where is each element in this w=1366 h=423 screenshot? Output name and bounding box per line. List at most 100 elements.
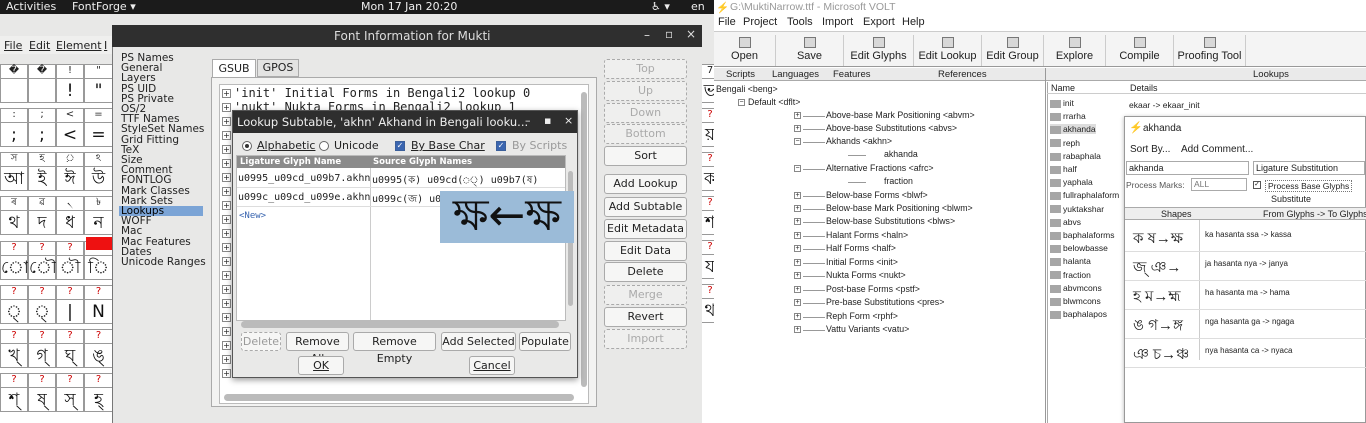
toolbar-button[interactable]: Edit Group: [982, 35, 1044, 66]
process-marks-field[interactable]: ALL: [1191, 178, 1247, 191]
expand-icon[interactable]: +: [794, 205, 801, 212]
expand-icon[interactable]: +: [222, 229, 231, 238]
volt-menu-project[interactable]: Project: [743, 16, 777, 28]
expand-icon[interactable]: −: [794, 165, 801, 172]
menu-file[interactable]: File: [4, 39, 22, 52]
glyph-cell[interactable]: ন: [84, 210, 113, 235]
glyph-cell[interactable]: শ্: [0, 387, 28, 412]
side-button[interactable]: Import: [604, 329, 687, 349]
new-row[interactable]: <New>: [239, 211, 266, 221]
glyph-cell[interactable]: ৗ: [56, 255, 84, 280]
side-button[interactable]: Revert: [604, 307, 687, 327]
remove-empty-button[interactable]: Remove Empty: [353, 332, 436, 365]
activities-button[interactable]: Activities: [6, 0, 56, 13]
expand-icon[interactable]: +: [794, 286, 801, 293]
tree-item[interactable]: Alternative Fractions <afrc>: [826, 163, 934, 173]
substitution-shape[interactable]: হ ম→হ্ম: [1133, 285, 1181, 310]
glyph-cell[interactable]: ;: [28, 122, 56, 147]
side-button[interactable]: Up: [604, 81, 687, 101]
expand-icon[interactable]: +: [222, 215, 231, 224]
lookup-row[interactable]: rrarha: [1050, 111, 1086, 121]
glyph-cell[interactable]: N: [84, 299, 113, 324]
side-button[interactable]: Top: [604, 59, 687, 79]
selected-glyph-marker[interactable]: [86, 237, 112, 250]
tree-item[interactable]: Nukta Forms <nukt>: [826, 270, 906, 280]
side-button[interactable]: Edit Data: [604, 241, 687, 261]
expand-icon[interactable]: +: [222, 89, 231, 98]
expand-icon[interactable]: +: [222, 327, 231, 336]
populate-button[interactable]: Populate: [519, 332, 571, 351]
expand-icon[interactable]: +: [222, 299, 231, 308]
glyph-cell[interactable]: ধ: [56, 210, 84, 235]
side-button[interactable]: Edit Metadata: [604, 219, 687, 239]
alphabetic-label[interactable]: Alphabetic: [257, 139, 315, 152]
glyph-cell[interactable]: আ: [0, 166, 28, 191]
tree-root[interactable]: Bengali <beng>: [716, 84, 778, 94]
alphabetic-radio[interactable]: [242, 141, 252, 151]
expand-icon[interactable]: +: [794, 112, 801, 119]
lookup-row[interactable]: yaphala: [1050, 177, 1093, 187]
add-selected-button[interactable]: Add Selected: [441, 332, 516, 351]
add-comment-menu[interactable]: Add Comment...: [1181, 144, 1253, 155]
volt-menu-import[interactable]: Import: [822, 16, 853, 28]
glyph-cell[interactable]: ৌ: [28, 255, 57, 280]
glyph-cell[interactable]: থ: [0, 210, 28, 235]
substitution-shape[interactable]: জ্ ঞ→: [1133, 256, 1181, 281]
lookup-item[interactable]: 'init' Initial Forms in Bengali2 lookup …: [234, 86, 530, 100]
expand-icon[interactable]: +: [222, 285, 231, 294]
glyph-cell[interactable]: ষ্: [28, 387, 56, 412]
unicode-radio[interactable]: [319, 141, 329, 151]
substitution-description[interactable]: ha hasanta ma -> hama: [1205, 288, 1290, 297]
substitution-shape[interactable]: ক ষ→ক্ষ: [1133, 227, 1183, 252]
tree-item[interactable]: akhanda: [884, 149, 918, 159]
by-base-char-checkbox[interactable]: ✓: [395, 141, 405, 151]
expand-icon[interactable]: +: [794, 192, 801, 199]
minimize-icon[interactable]: –: [644, 28, 650, 42]
lookup-row[interactable]: belowbasse: [1050, 243, 1108, 253]
glyph-cell[interactable]: গ্: [28, 343, 56, 368]
horizontal-scrollbar[interactable]: [224, 394, 574, 401]
glyph-cell[interactable]: [28, 78, 56, 103]
close-icon[interactable]: ×: [564, 114, 573, 127]
lookup-row[interactable]: fraction: [1050, 270, 1091, 280]
lookup-row[interactable]: yuktakshar: [1050, 204, 1104, 214]
tree-item[interactable]: Below-base Forms <blwf>: [826, 190, 928, 200]
lookup-row[interactable]: blwmcons: [1050, 296, 1101, 306]
side-button[interactable]: Merge: [604, 285, 687, 305]
tab-features[interactable]: Features: [833, 69, 871, 80]
volt-menu-help[interactable]: Help: [902, 16, 925, 28]
expand-icon[interactable]: +: [222, 243, 231, 252]
glyph-cell[interactable]: ঈ: [56, 166, 84, 191]
minimize-icon[interactable]: –: [525, 114, 531, 127]
substitution-description[interactable]: nya hasanta ca -> nyaca: [1205, 346, 1292, 355]
glyph-cell[interactable]: !: [56, 78, 84, 103]
tree-item[interactable]: Initial Forms <init>: [826, 257, 898, 267]
maximize-icon[interactable]: ▫: [665, 27, 673, 41]
expand-icon[interactable]: +: [794, 232, 801, 239]
glyph-cell[interactable]: উ: [84, 166, 113, 191]
glyph-cell[interactable]: খ্: [0, 343, 28, 368]
tree-language[interactable]: Default <dflt>: [748, 97, 800, 107]
remove-all-button[interactable]: Remove All: [286, 332, 349, 365]
tree-item[interactable]: Vattu Variants <vatu>: [826, 324, 909, 334]
tree-item[interactable]: Reph Form <rphf>: [826, 311, 898, 321]
glyph-cell[interactable]: ্: [28, 299, 56, 324]
expand-icon[interactable]: +: [222, 201, 231, 210]
glyph-cell[interactable]: =: [84, 122, 113, 147]
glyph-cell[interactable]: দ: [28, 210, 56, 235]
glyph-cell[interactable]: ই: [28, 166, 56, 191]
glyph-cell[interactable]: ;: [0, 122, 28, 147]
expand-icon[interactable]: +: [222, 117, 231, 126]
ok-button[interactable]: OK: [298, 356, 344, 375]
tab-gsub[interactable]: GSUB: [212, 59, 256, 78]
table-cell[interactable]: u099c_u09cd_u099e.akhn: [238, 192, 370, 203]
tab-references[interactable]: References: [938, 69, 987, 80]
expand-icon[interactable]: +: [794, 299, 801, 306]
volt-menu-export[interactable]: Export: [863, 16, 895, 28]
by-scripts-label[interactable]: By Scripts: [512, 139, 567, 152]
substitution-description[interactable]: nga hasanta ga -> ngaga: [1205, 317, 1294, 326]
toolbar-button[interactable]: Open: [714, 35, 776, 66]
expand-icon[interactable]: +: [222, 103, 231, 112]
expand-icon[interactable]: +: [222, 369, 231, 378]
table-cell[interactable]: u0995_u09cd_u09b7.akhn: [238, 173, 370, 184]
